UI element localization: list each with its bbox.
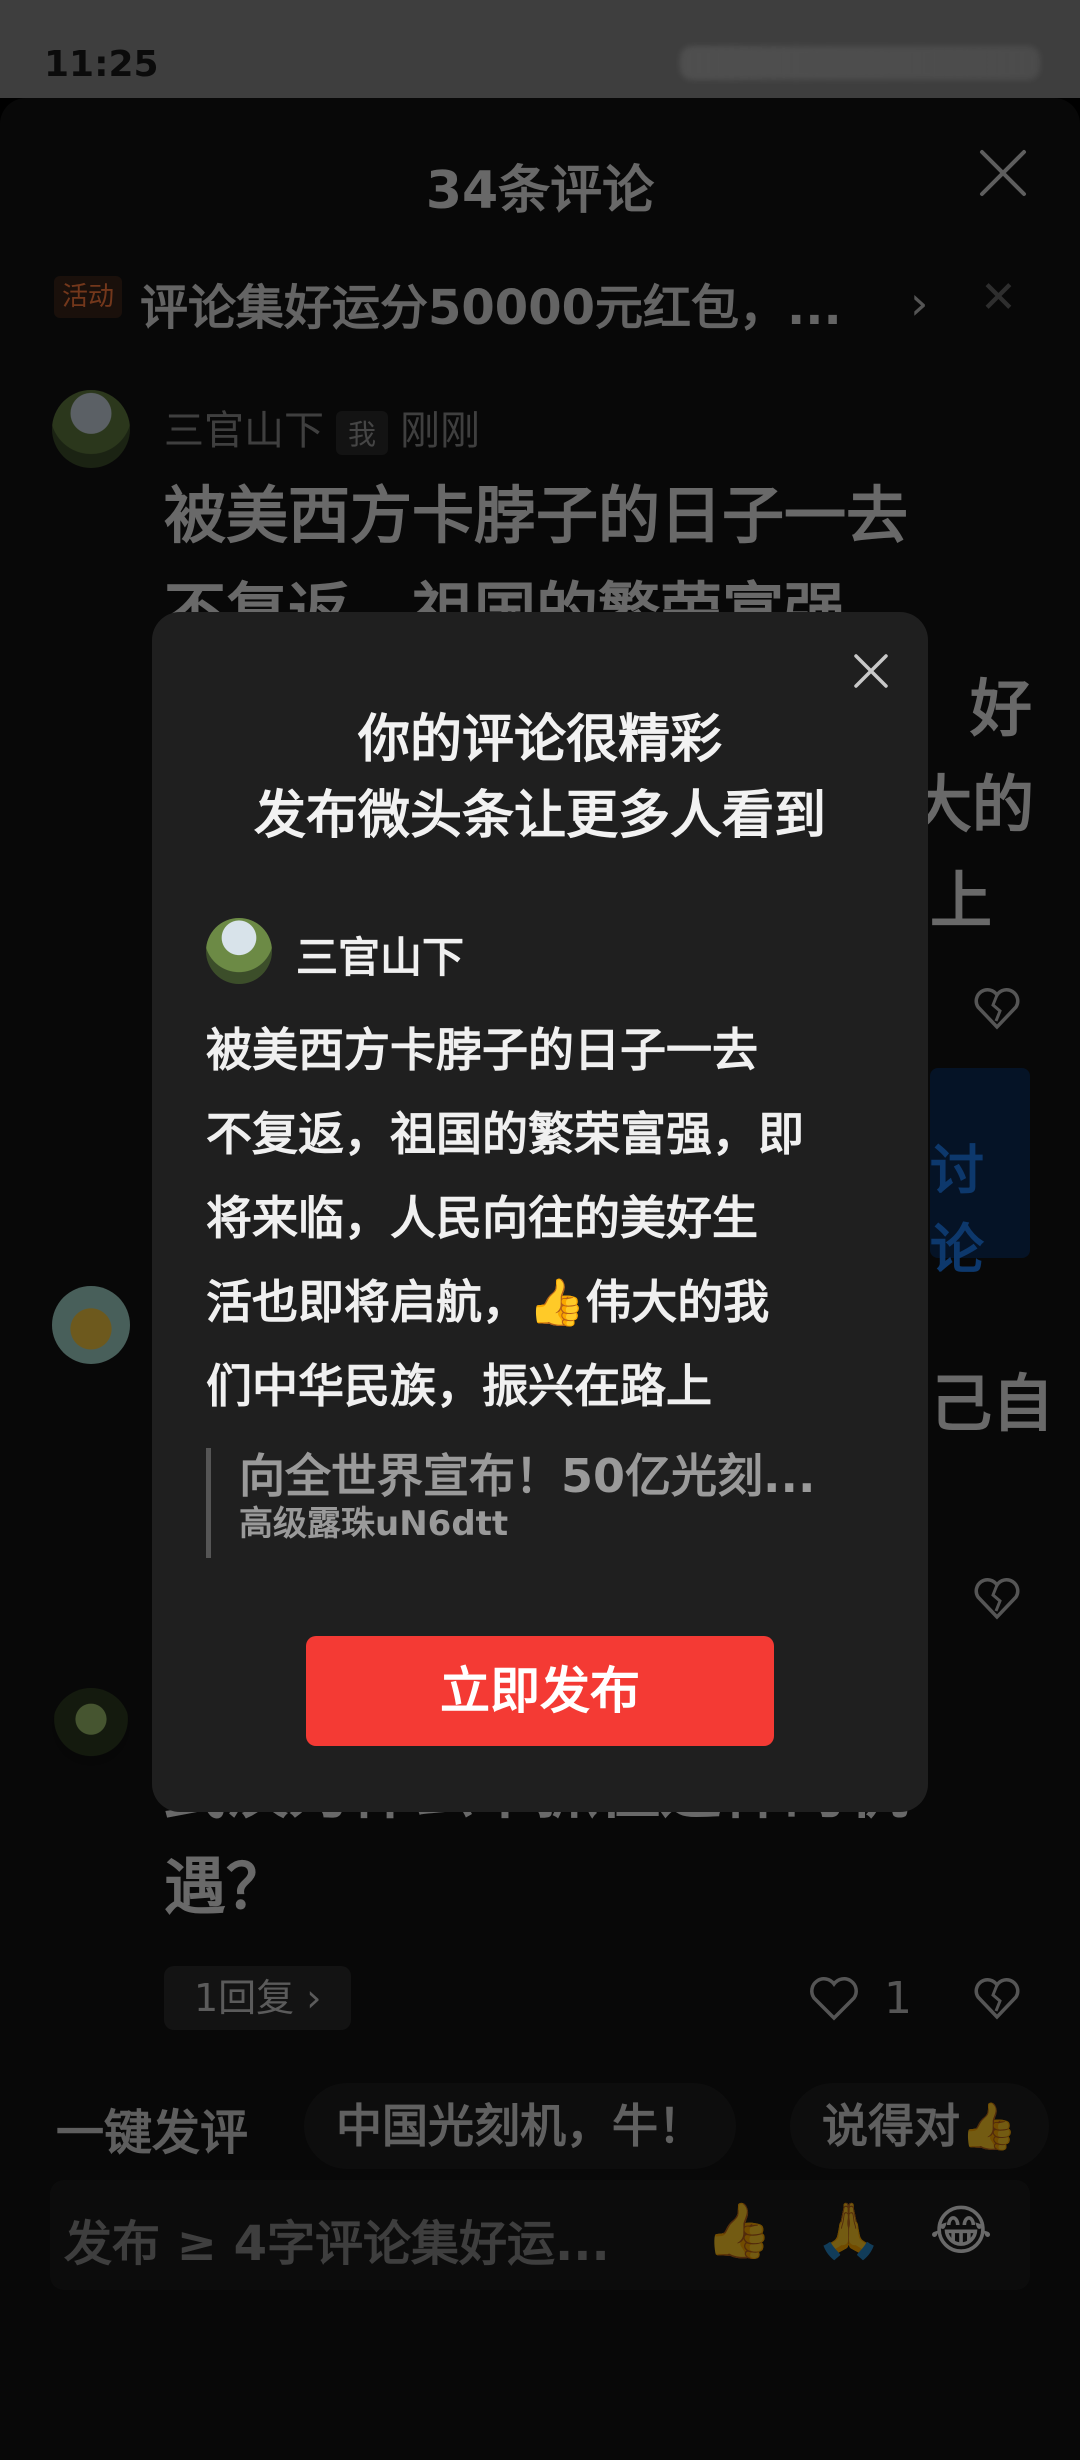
sheet-title: 34条评论 <box>425 161 655 221</box>
status-time: 11:25 <box>44 44 159 85</box>
dislike-icon[interactable] <box>972 1973 1022 2023</box>
menu-icon[interactable] <box>270 2453 330 2460</box>
avatar[interactable] <box>52 390 130 468</box>
comment-line: 上 <box>930 864 993 937</box>
promo-tag: 活动 <box>54 276 123 318</box>
comment-line: 被美西方卡脖子的日子一去 <box>164 479 909 552</box>
like-count: 1 <box>884 1972 912 2024</box>
quick-comments-label: 一键发评 <box>56 2105 249 2161</box>
dislike-icon[interactable] <box>972 983 1022 1033</box>
publish-dialog: 你的评论很精彩 发布微头条让更多人看到 三官山下 被美西方卡脖子的日子一去 不复… <box>152 612 928 1812</box>
status-icons <box>680 46 1040 80</box>
close-icon[interactable] <box>976 146 1030 200</box>
comment-time: 刚刚 <box>400 408 481 454</box>
quick-comment-chip[interactable]: 说得对👍 <box>790 2083 1050 2169</box>
heart-icon <box>810 1977 858 2021</box>
dialog-title: 你的评论很精彩 发布微头条让更多人看到 <box>152 702 928 854</box>
quick-comments: 一键发评 中国光刻机，牛！ 说得对👍 <box>0 2083 1080 2173</box>
avatar[interactable] <box>52 1286 130 1364</box>
comment-line: 好 <box>970 672 1033 745</box>
avatar <box>206 918 272 984</box>
dialog-comment-text: 被美西方卡脖子的日子一去 不复返，祖国的繁荣富强，即 将来临，人民向往的美好生 … <box>206 1008 886 1428</box>
me-badge: 我 <box>336 411 389 455</box>
close-icon[interactable] <box>850 650 892 692</box>
comment-line: 己自 <box>930 1367 1055 1440</box>
promo-text[interactable]: 评论集好运分50000元红包，... <box>140 268 842 338</box>
dialog-comment-line: 不复返，祖国的繁荣富强，即 <box>206 1107 804 1161</box>
comment-line: 大的 <box>910 768 1035 841</box>
replies-button[interactable]: 1回复 › <box>164 1966 352 2030</box>
dialog-comment-line: 被美西方卡脖子的日子一去 <box>206 1023 758 1077</box>
dialog-comment-line: 将来临，人民向往的美好生 <box>206 1191 758 1245</box>
dialog-author: 三官山下 <box>296 933 465 982</box>
quick-comment-chip[interactable]: 中国光刻机，牛！ <box>304 2083 736 2169</box>
comment-header: 三官山下我刚刚 <box>164 398 480 456</box>
comment-line: 遇？ <box>164 1850 289 1923</box>
comment-input[interactable]: 发布 ≥ 4字评论集好运... 👍 🙏 😂 <box>50 2180 1030 2290</box>
thumbs-up-emoji-button[interactable]: 👍 <box>702 2194 776 2268</box>
laugh-emoji-button[interactable]: 😂 <box>924 2194 998 2268</box>
quoted-article: 向全世界宣布！50亿光刻... 高级露珠uN6dtt <box>206 1448 886 1558</box>
discussion-label: 讨论 <box>930 1139 984 1281</box>
promo-close-icon[interactable]: ✕ <box>980 272 1017 323</box>
quoted-article-title: 向全世界宣布！50亿光刻... <box>239 1449 816 1503</box>
pray-emoji-button[interactable]: 🙏 <box>812 2194 886 2268</box>
back-icon[interactable] <box>750 2453 810 2460</box>
discussion-banner[interactable]: 讨论 <box>930 1068 1030 1281</box>
comment-author[interactable]: 三官山下 <box>164 408 324 454</box>
dialog-title-line: 发布微头条让更多人看到 <box>253 786 826 846</box>
system-nav-bar <box>0 2428 1080 2460</box>
promo-banner[interactable]: 活动 评论集好运分50000元红包，... › ✕ <box>50 258 1040 338</box>
avatar[interactable] <box>52 1688 130 1766</box>
quoted-article-source: 高级露珠uN6dtt <box>239 1504 509 1544</box>
dislike-icon[interactable] <box>972 1573 1022 1623</box>
comment-input-placeholder[interactable]: 发布 ≥ 4字评论集好运... <box>64 2204 610 2274</box>
dialog-comment-line: 活也即将启航，👍伟大的我 <box>206 1275 770 1329</box>
like-button[interactable]: 1 <box>808 1970 912 2024</box>
home-square-icon[interactable] <box>510 2453 570 2460</box>
dialog-title-line: 你的评论很精彩 <box>357 710 722 770</box>
publish-button[interactable]: 立即发布 <box>306 1636 774 1746</box>
status-bar: 11:25 <box>0 0 1080 98</box>
chevron-right-icon[interactable]: › <box>910 276 928 330</box>
dialog-comment-line: 们中华民族，振兴在路上 <box>206 1359 712 1413</box>
